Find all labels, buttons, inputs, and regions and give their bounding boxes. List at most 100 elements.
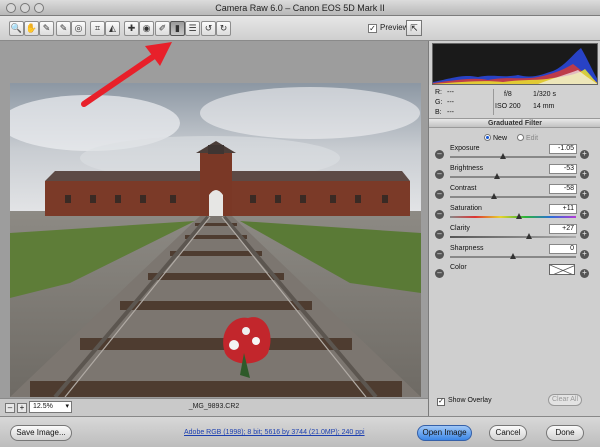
- saturation-slider-thumb[interactable]: [516, 213, 523, 219]
- minus-icon[interactable]: –: [435, 170, 444, 179]
- exposure-value-field[interactable]: -1.05: [549, 144, 577, 154]
- preferences-tool-button[interactable]: ☰: [185, 21, 200, 36]
- plus-icon[interactable]: +: [580, 170, 589, 179]
- cancel-button[interactable]: Cancel: [489, 425, 527, 441]
- done-button[interactable]: Done: [546, 425, 584, 441]
- iso-value: ISO 200: [495, 103, 521, 110]
- brightness-value-field[interactable]: -53: [549, 164, 577, 174]
- color-row: – Color +: [429, 264, 600, 284]
- minus-icon[interactable]: –: [435, 190, 444, 199]
- spot-removal-tool-button[interactable]: ✚: [124, 21, 139, 36]
- contrast-slider-track[interactable]: [450, 196, 576, 198]
- preview-checkbox[interactable]: ✓ Preview: [368, 22, 408, 34]
- zoom-window-icon[interactable]: [34, 3, 44, 13]
- clarity-slider-track[interactable]: [450, 236, 576, 238]
- preview-canvas[interactable]: [0, 41, 428, 398]
- new-mode-radio[interactable]: New: [484, 134, 507, 142]
- plus-icon[interactable]: +: [580, 250, 589, 259]
- rotate-left-tool-icon: ↺: [204, 23, 213, 33]
- exposure-slider-track[interactable]: [450, 156, 576, 158]
- workflow-options-link[interactable]: Adobe RGB (1998); 8 bit; 5616 by 3744 (2…: [184, 429, 365, 436]
- saturation-value-field[interactable]: +11: [549, 204, 577, 214]
- checkmark-icon: ✓: [437, 398, 445, 406]
- zoom-tool-icon: 🔍: [10, 23, 23, 33]
- color-label: Color: [450, 264, 467, 271]
- brightness-slider-thumb[interactable]: [493, 173, 500, 179]
- minus-icon[interactable]: –: [435, 250, 444, 259]
- rotate-left-tool-button[interactable]: ↺: [201, 21, 216, 36]
- camera-raw-window: Camera Raw 6.0 – Canon EOS 5D Mark II 🔍 ✋…: [0, 0, 600, 447]
- contrast-slider-thumb[interactable]: [491, 193, 498, 199]
- save-image-button[interactable]: Save Image...: [10, 425, 72, 441]
- brightness-slider-row: – Brightness -53 +: [429, 164, 600, 185]
- clarity-slider-thumb[interactable]: [526, 233, 533, 239]
- sharpness-label: Sharpness: [450, 245, 484, 252]
- g-label: G:: [435, 99, 443, 106]
- color-sampler-tool-button[interactable]: ✎: [56, 21, 71, 36]
- clear-all-button[interactable]: Clear All: [548, 394, 582, 406]
- straighten-tool-icon: ◭: [109, 23, 116, 33]
- saturation-slider-row: – Saturation +11 +: [429, 204, 600, 225]
- aperture-value: f/8: [504, 91, 512, 98]
- no-color-icon: [550, 265, 574, 274]
- minimize-window-icon[interactable]: [20, 3, 30, 13]
- graduated-filter-tool-button[interactable]: ▮: [170, 21, 185, 36]
- graduated-filter-header: Graduated Filter: [429, 119, 600, 128]
- histogram: [432, 43, 598, 85]
- plus-icon[interactable]: +: [580, 269, 589, 278]
- targeted-adjustment-tool-button[interactable]: ◎: [71, 21, 86, 36]
- b-value: ---: [447, 109, 454, 116]
- minus-icon[interactable]: –: [435, 210, 444, 219]
- rotate-right-tool-icon: ↻: [219, 23, 228, 33]
- footer-bar: Save Image... Adobe RGB (1998); 8 bit; 5…: [0, 416, 600, 447]
- sharpness-slider-row: – Sharpness 0 +: [429, 244, 600, 265]
- show-overlay-checkbox[interactable]: ✓ Show Overlay: [437, 397, 492, 406]
- sharpness-slider-thumb[interactable]: [510, 253, 516, 259]
- clarity-value-field[interactable]: +27: [549, 224, 577, 234]
- open-image-button[interactable]: Open Image: [417, 425, 472, 441]
- divider: [493, 89, 494, 115]
- targeted-adjustment-tool-icon: ◎: [74, 23, 83, 33]
- adjustment-brush-tool-icon: ✐: [158, 23, 167, 33]
- exposure-label: Exposure: [450, 145, 480, 152]
- adjustment-brush-tool-button[interactable]: ✐: [155, 21, 170, 36]
- close-window-icon[interactable]: [6, 3, 16, 13]
- preview-label: Preview: [380, 23, 409, 32]
- minus-icon[interactable]: –: [435, 269, 444, 278]
- photo-preview[interactable]: [10, 83, 421, 397]
- edit-mode-radio[interactable]: Edit: [517, 134, 538, 142]
- white-balance-tool-button[interactable]: ✎: [39, 21, 54, 36]
- red-eye-tool-button[interactable]: ◉: [139, 21, 154, 36]
- contrast-value-field[interactable]: -58: [549, 184, 577, 194]
- railway-photo: [10, 83, 421, 397]
- minus-icon[interactable]: –: [435, 150, 444, 159]
- straighten-tool-button[interactable]: ◭: [105, 21, 120, 36]
- plus-icon[interactable]: +: [580, 230, 589, 239]
- color-swatch[interactable]: [549, 264, 575, 275]
- checkmark-icon: ✓: [368, 24, 377, 33]
- brightness-slider-track[interactable]: [450, 176, 576, 178]
- rotate-right-tool-button[interactable]: ↻: [216, 21, 231, 36]
- spot-removal-tool-icon: ✚: [127, 23, 136, 33]
- plus-icon[interactable]: +: [580, 190, 589, 199]
- window-title: Camera Raw 6.0 – Canon EOS 5D Mark II: [215, 3, 385, 13]
- focal-length-value: 14 mm: [533, 103, 555, 110]
- saturation-slider-track[interactable]: [450, 216, 576, 218]
- hand-tool-button[interactable]: ✋: [24, 21, 39, 36]
- plus-icon[interactable]: +: [580, 150, 589, 159]
- sharpness-value-field[interactable]: 0: [549, 244, 577, 254]
- r-label: R:: [435, 89, 442, 96]
- radio-off-icon: [517, 134, 524, 141]
- b-label: B:: [435, 109, 442, 116]
- fullscreen-button[interactable]: ⇱: [406, 20, 422, 36]
- exposure-slider-thumb[interactable]: [499, 153, 506, 159]
- new-mode-label: New: [493, 135, 508, 142]
- file-name: _MG_9893.CR2: [188, 403, 240, 410]
- contrast-label: Contrast: [450, 185, 477, 192]
- saturation-label: Saturation: [450, 205, 482, 212]
- crop-tool-button[interactable]: ⌗: [90, 21, 105, 36]
- plus-icon[interactable]: +: [580, 210, 589, 219]
- minus-icon[interactable]: –: [435, 230, 444, 239]
- zoom-tool-button[interactable]: 🔍: [9, 21, 24, 36]
- brightness-label: Brightness: [450, 165, 484, 172]
